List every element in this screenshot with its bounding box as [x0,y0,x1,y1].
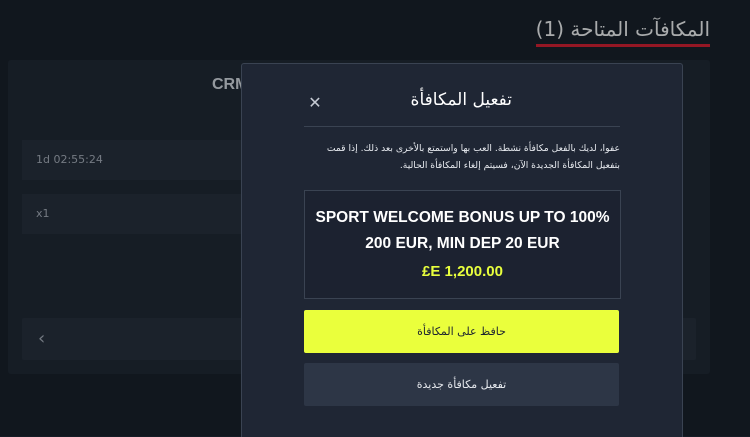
bonus-name-line2: 200 EUR, MIN DEP 20 EUR [365,235,560,252]
bonus-name-line1: SPORT WELCOME BONUS UP TO 100% [315,209,610,226]
activate-bonus-modal: ✕ تفعيل المكافأة عفوا، لديك بالفعل مكافأ… [241,63,683,437]
bonus-offer-box: SPORT WELCOME BONUS UP TO 100% 200 EUR, … [304,190,621,299]
bonus-amount: £E 1,200.00 [422,263,503,280]
modal-title: تفعيل المكافأة [410,90,512,110]
activate-new-bonus-button[interactable]: تفعيل مكافأة جديدة [304,363,619,406]
modal-description: عفوا، لديك بالفعل مكافأة نشطة. العب بها … [326,143,620,171]
modal-divider [304,126,620,127]
close-icon[interactable]: ✕ [304,92,326,114]
keep-bonus-button[interactable]: حافظ على المكافأة [304,310,619,353]
